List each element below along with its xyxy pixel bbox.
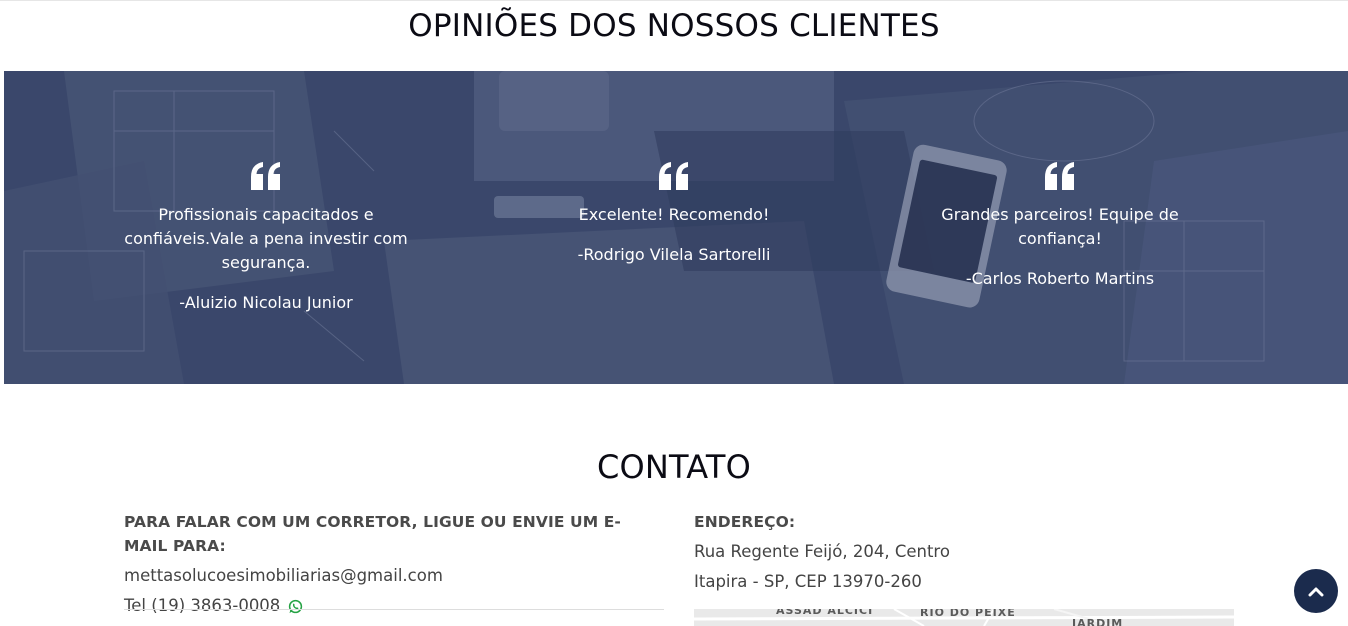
testimonial-text: Profissionais capacitados e confiáveis.V… [124,205,408,272]
chevron-up-icon [1308,587,1324,597]
testimonial-author: -Carlos Roberto Martins [965,269,1155,288]
testimonial-card: Excelente! Recomendo! -Rodrigo Vilela Sa… [524,161,824,267]
address-info: ENDEREÇO: Rua Regente Feijó, 204, Centro… [694,510,1234,597]
testimonial-text: Excelente! Recomendo! [578,205,770,224]
back-to-top-button[interactable] [1294,569,1338,613]
quote-left-icon [659,162,688,190]
contact-divider [124,609,664,610]
page: OPINIÕES DOS NOSSOS CLIENTES Profissiona… [0,0,1348,626]
testimonial-text: Grandes parceiros! Equipe de confiança! [941,205,1179,248]
phone-row: Tel (19) 3863-0008 [124,591,664,621]
testimonial-author: -Rodrigo Vilela Sartorelli [577,245,771,264]
contact-heading: PARA FALAR COM UM CORRETOR, LIGUE OU ENV… [124,513,621,555]
phone-number[interactable]: Tel (19) 3863-0008 [124,591,280,621]
whatsapp-icon[interactable] [288,599,303,614]
address-line-1: Rua Regente Feijó, 204, Centro [694,542,950,561]
testimonial-card: Profissionais capacitados e confiáveis.V… [116,161,416,315]
quote-left-icon [251,162,280,190]
map-label: RIO DO PEIXE [920,609,1016,619]
top-divider [0,0,1348,1]
location-map[interactable]: ASSAD ALCICI RIO DO PEIXE JARDIM [694,609,1234,626]
testimonial-card: Grandes parceiros! Equipe de confiança! … [910,161,1210,291]
contact-title: CONTATO [596,448,752,486]
email-link[interactable]: mettasolucoesimobiliarias@gmail.com [124,561,664,591]
address-heading: ENDEREÇO: [694,513,796,531]
testimonials-section: Profissionais capacitados e confiáveis.V… [4,71,1348,384]
testimonials-title: OPINIÕES DOS NOSSOS CLIENTES [408,8,940,44]
address-line-2: Itapira - SP, CEP 13970-260 [694,572,922,591]
contact-info: PARA FALAR COM UM CORRETOR, LIGUE OU ENV… [124,510,664,621]
quote-left-icon [1045,162,1074,190]
map-label: JARDIM [1072,617,1124,626]
testimonial-author: -Aluizio Nicolau Junior [179,293,353,312]
map-label: ASSAD ALCICI [776,609,874,617]
